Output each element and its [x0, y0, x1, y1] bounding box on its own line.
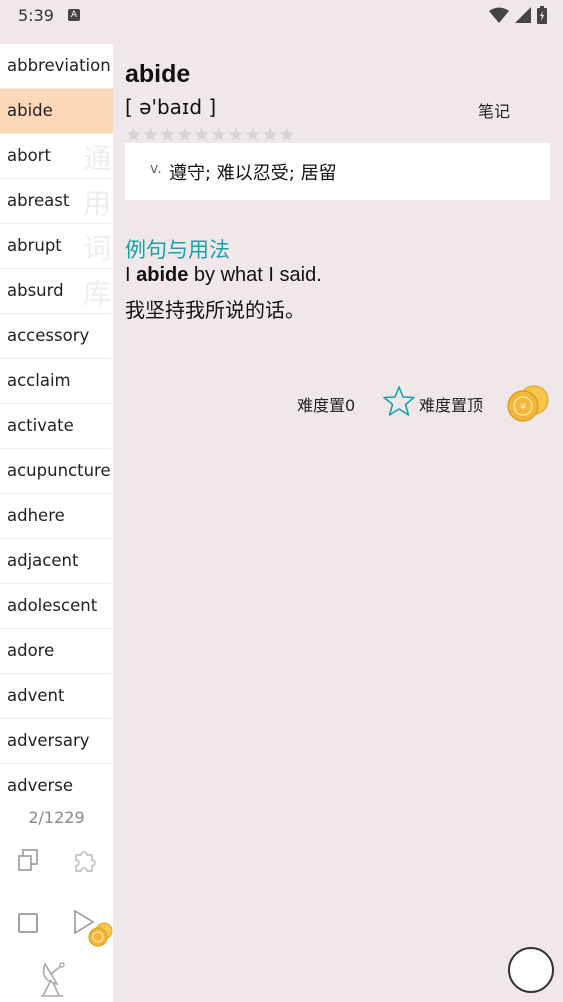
- example-english: I abide by what I said.: [125, 264, 322, 287]
- watermark-library: 通用词库: [80, 136, 114, 316]
- word-item-activate[interactable]: activate: [0, 404, 113, 449]
- word-item-adore[interactable]: adore: [0, 629, 113, 674]
- svg-text:¥: ¥: [520, 402, 526, 413]
- reset-difficulty-button[interactable]: 难度置0: [297, 392, 355, 416]
- word-item-advent[interactable]: advent: [0, 674, 113, 719]
- example-en-before: I: [125, 264, 137, 286]
- watermark-char: 用: [82, 187, 111, 220]
- signal-icon: [515, 7, 531, 23]
- example-en-after: by what I said.: [188, 264, 322, 286]
- note-button[interactable]: 笔记: [478, 98, 510, 122]
- definition-box: v. 遵守; 难以忍受; 居留: [125, 143, 550, 200]
- examples-title: 例句与用法: [125, 238, 230, 262]
- sidebar: abbreviation abide abort abreast abrupt absur…: [0, 44, 113, 1002]
- puzzle-icon[interactable]: [70, 846, 98, 874]
- word-item-adjacent[interactable]: adjacent: [0, 539, 113, 584]
- phonetic: [ ə'baɪd ]: [125, 95, 217, 119]
- status-bar: 5:39 A: [0, 0, 563, 32]
- example-en-keyword: abide: [136, 264, 189, 286]
- watermark-char: 通: [82, 142, 111, 175]
- word-item-abbreviation[interactable]: abbreviation: [0, 44, 113, 89]
- notification-a-icon: A: [68, 9, 80, 21]
- wifi-icon: [489, 7, 509, 23]
- entry-panel: abide [ ə'baɪd ] 笔记 ★★★★★★★★★★ v. 遵守; 难以…: [113, 44, 563, 1002]
- headword: abide: [125, 60, 191, 88]
- word-item-abide[interactable]: abide: [0, 89, 113, 134]
- part-of-speech: v.: [150, 161, 162, 177]
- pin-difficulty-button[interactable]: 难度置顶: [419, 392, 483, 416]
- word-item-adverse[interactable]: adverse: [0, 764, 113, 793]
- definition-text: 遵守; 难以忍受; 居留: [169, 163, 337, 184]
- status-time: 5:39: [18, 6, 54, 25]
- watermark-char: 库: [82, 277, 111, 310]
- watermark-char: 词: [82, 232, 111, 265]
- copy-icon[interactable]: [16, 848, 40, 872]
- word-item-accessory[interactable]: accessory: [0, 314, 113, 359]
- coins-small-icon[interactable]: [87, 922, 113, 948]
- checkbox-icon[interactable]: [17, 912, 39, 934]
- floating-action-button[interactable]: [508, 947, 554, 993]
- word-counter: 2/1229: [28, 808, 85, 827]
- coins-icon[interactable]: ¥: [506, 384, 552, 424]
- battery-icon: [537, 6, 547, 24]
- satellite-dish-icon[interactable]: [37, 958, 73, 998]
- word-item-adhere[interactable]: adhere: [0, 494, 113, 539]
- example-chinese: 我坚持我所说的话。: [125, 298, 305, 322]
- word-item-adversary[interactable]: adversary: [0, 719, 113, 764]
- status-icons: [489, 6, 547, 24]
- word-item-acclaim[interactable]: acclaim: [0, 359, 113, 404]
- word-item-acupuncture[interactable]: acupuncture: [0, 449, 113, 494]
- star-outline-icon[interactable]: [383, 385, 415, 417]
- word-item-adolescent[interactable]: adolescent: [0, 584, 113, 629]
